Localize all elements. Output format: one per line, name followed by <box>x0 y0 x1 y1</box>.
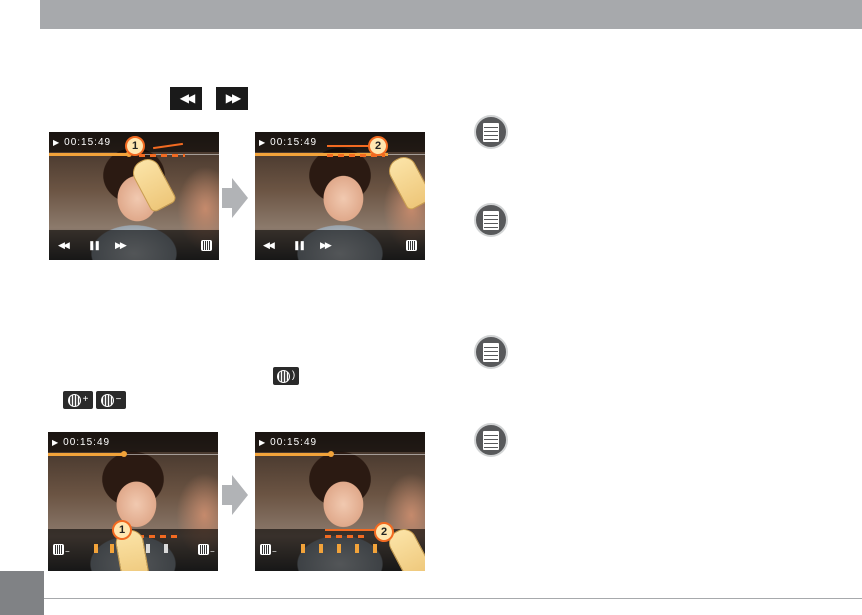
volume-tick <box>110 544 114 553</box>
page-number-tab <box>0 571 44 615</box>
volume-down-icon <box>260 544 271 555</box>
volume-down-icon <box>53 544 64 555</box>
volume-up-icon: + <box>63 391 93 409</box>
volume-figure-after: ▶ 00:15:49 − − 2 <box>255 432 425 571</box>
rewind-icon: ◀◀ <box>170 87 202 110</box>
step-badge: 1 <box>112 520 132 540</box>
note-icon <box>474 423 508 457</box>
progress-track <box>124 454 218 455</box>
volume-tick <box>94 544 98 553</box>
volume-up-icon <box>198 544 209 555</box>
volume-plus-label: − <box>210 547 215 556</box>
volume-tick <box>319 544 323 553</box>
volume-tick <box>164 544 168 553</box>
timecode: 00:15:49 <box>270 436 318 448</box>
volume-minus-label: − <box>272 547 277 556</box>
fast-forward-icon: ▶▶ <box>320 240 332 250</box>
play-icon: ▶ <box>53 137 60 147</box>
fast-forward-icon: ▶▶ <box>216 87 248 110</box>
seek-figure-after: ▶ 00:15:49 2 ◀◀ ❚❚ ▶▶ <box>255 132 425 260</box>
fast-forward-icon: ▶▶ <box>115 240 127 250</box>
player-bottom-bar: ◀◀ ❚❚ ▶▶ <box>49 230 219 260</box>
drag-trail <box>325 535 369 538</box>
pause-icon: ❚❚ <box>293 240 306 250</box>
progress-knob <box>328 451 334 457</box>
note-icon <box>474 115 508 149</box>
step-badge: 1 <box>125 136 145 156</box>
volume-icon <box>201 240 212 251</box>
step-badge: 2 <box>374 522 394 542</box>
volume-tick <box>301 544 305 553</box>
play-icon: ▶ <box>259 437 266 447</box>
volume-tick <box>355 544 359 553</box>
volume-down-icon: − <box>96 391 126 409</box>
timecode: 00:15:49 <box>64 136 112 148</box>
player-bottom-bar: ◀◀ ❚❚ ▶▶ <box>255 230 425 260</box>
play-icon: ▶ <box>259 137 266 147</box>
progress-bar <box>48 453 124 456</box>
timecode: 00:15:49 <box>63 436 111 448</box>
progress-track <box>388 154 425 155</box>
header-band <box>40 0 862 29</box>
volume-minus-label: − <box>65 547 70 556</box>
progress-track <box>331 454 425 455</box>
note-icon <box>474 203 508 237</box>
progress-knob <box>121 451 127 457</box>
volume-tick <box>337 544 341 553</box>
volume-figure-before: ▶ 00:15:49 − − 1 <box>48 432 218 571</box>
volume-icon: ) <box>273 367 299 385</box>
volume-tick <box>146 544 150 553</box>
player-top-bar: ▶ 00:15:49 <box>255 432 425 452</box>
progress-bar <box>255 453 331 456</box>
rewind-icon: ◀◀ <box>263 240 275 250</box>
timecode: 00:15:49 <box>270 136 318 148</box>
player-top-bar: ▶ 00:15:49 <box>255 132 425 152</box>
rewind-icon: ◀◀ <box>58 240 70 250</box>
volume-icon <box>406 240 417 251</box>
volume-tick <box>373 544 377 553</box>
drag-trail <box>138 535 178 538</box>
note-icon <box>474 335 508 369</box>
step-badge: 2 <box>368 136 388 156</box>
play-icon: ▶ <box>52 437 59 447</box>
drag-trail <box>139 154 185 157</box>
pause-icon: ❚❚ <box>88 240 101 250</box>
seek-figure-before: ▶ 00:15:49 1 ◀◀ ❚❚ ▶▶ <box>49 132 219 260</box>
footer-rule <box>44 598 862 599</box>
progress-bar <box>49 153 129 156</box>
player-top-bar: ▶ 00:15:49 <box>48 432 218 452</box>
drag-arrow <box>325 529 375 531</box>
